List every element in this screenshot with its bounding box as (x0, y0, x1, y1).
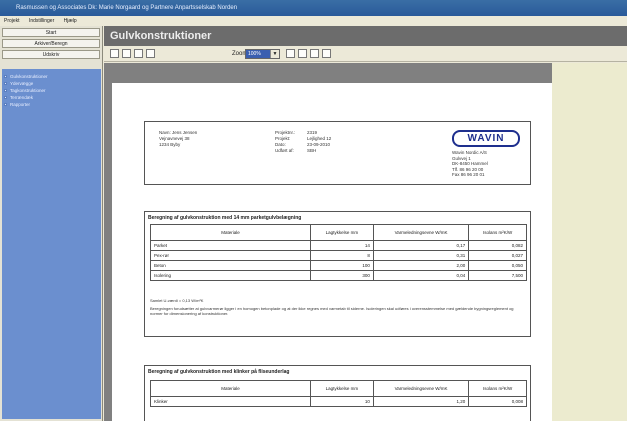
table-cell: 0,04 (372, 270, 470, 281)
sidebar-item-rapporter[interactable]: Rapporter (2, 101, 101, 108)
print-button[interactable]: Udskriv (2, 50, 100, 59)
viewer-right-margin (552, 63, 627, 421)
sidebar-item-terraendaek[interactable]: Terrændæk (2, 94, 101, 101)
table-cell: Beton (150, 260, 311, 271)
archive-calculate-button[interactable]: Arkiver/Beregn (2, 39, 100, 48)
table-header-row: Materiale Lagtykkelse mm Varmeledningsev… (150, 380, 527, 397)
project-labels: Projektnr.: Projekt: Dato: Udført af: (275, 130, 295, 154)
menu-item-projekt[interactable]: Projekt (4, 18, 20, 24)
table-header-row: Materiale Lagtykkelse mm Varmeledningsev… (150, 224, 527, 241)
table-title: Beregning af gulvkonstruktion med klinke… (148, 369, 290, 375)
table-cell: 0,027 (468, 250, 527, 261)
bullet-icon (4, 96, 7, 99)
sidebar-item-label: Terrændæk (10, 95, 34, 100)
zoom-value: 100% (246, 50, 270, 58)
table-cell: Pex-rør (150, 250, 311, 261)
table-cell: 2,00 (372, 260, 470, 271)
previous-page-icon[interactable] (122, 49, 131, 58)
table-cell: 7,500 (468, 270, 527, 281)
toolbar: Zoom 100% ▼ (104, 46, 627, 62)
sidebar: Start Arkiver/Beregn Udskriv Gulvkonstru… (0, 26, 103, 421)
printer-icon[interactable] (310, 49, 319, 58)
sidebar-item-label: Gulvkonstruktioner (10, 74, 48, 79)
calc-table-klinker: Beregning af gulvkonstruktion med klinke… (144, 365, 531, 421)
column-header: Isolans m²K/W (468, 224, 527, 241)
company-address-line: Wavin Nordic A/S (452, 150, 487, 155)
table-cell: 0,082 (468, 240, 527, 251)
sidebar-item-gulv[interactable]: Gulvkonstruktioner (2, 73, 101, 80)
project-values: 2319 Lejlighed 12 23-09-2010 SBH (307, 130, 331, 154)
table-cell: 300 (310, 270, 374, 281)
window-title: Rasmussen og Associates Dk: Marie Norgaa… (16, 5, 238, 11)
find-next-icon[interactable] (298, 49, 307, 58)
table-cell: 14 (310, 240, 374, 251)
customer-city: 1234 Byby (159, 142, 181, 147)
performed-by-label: Udført af: (275, 148, 294, 153)
column-header: Varmeledningsevne W/mK (372, 224, 470, 241)
project-info-box: Navn: Jens Jensen Vejnavnevej 38 1234 By… (144, 121, 531, 185)
column-header: Lagtykkelse mm (310, 380, 374, 397)
company-address-line: Fax 86 96 20 01 (452, 172, 485, 177)
calc-table: Materiale Lagtykkelse mm Varmeledningsev… (150, 224, 527, 281)
table-row: Beton 100 2,00 0,050 (150, 260, 527, 271)
calc-table-parket: Beregning af gulvkonstruktion med 14 mm … (144, 211, 531, 337)
sidebar-nav: Gulvkonstruktioner Ydervægge Tagkonstruk… (2, 69, 101, 419)
sidebar-item-label: Tagkonstruktioner (10, 88, 46, 93)
table-cell: 10 (310, 396, 374, 407)
bullet-icon (4, 82, 7, 85)
column-header: Lagtykkelse mm (310, 224, 374, 241)
sidebar-item-tag[interactable]: Tagkonstruktioner (2, 87, 101, 94)
column-header: Isolans m²K/W (468, 380, 527, 397)
column-header: Materiale (150, 224, 311, 241)
table-cell: 8 (310, 250, 374, 261)
calc-table: Materiale Lagtykkelse mm Varmeledningsev… (150, 380, 527, 407)
performed-by: SBH (307, 148, 317, 153)
first-page-icon[interactable] (110, 49, 119, 58)
table-cell: 0,17 (372, 240, 470, 251)
column-header: Materiale (150, 380, 311, 397)
window-titlebar: Rasmussen og Associates Dk: Marie Norgaa… (0, 0, 627, 16)
table-title: Beregning af gulvkonstruktion med 14 mm … (148, 215, 302, 221)
table-row: Isolering 300 0,04 7,500 (150, 270, 527, 281)
table-row: Parket 14 0,17 0,082 (150, 240, 527, 251)
chevron-down-icon: ▼ (270, 50, 279, 58)
table-cell: Klinker (150, 396, 311, 407)
column-header: Varmeledningsevne W/mK (372, 380, 470, 397)
report-page: Navn: Jens Jensen Vejnavnevej 38 1234 By… (112, 83, 565, 421)
menu-item-indstillinger[interactable]: Indstillinger (29, 18, 54, 24)
table-cell: 0,31 (372, 250, 470, 261)
last-page-icon[interactable] (146, 49, 155, 58)
bullet-icon (4, 103, 7, 106)
table-cell: 0,008 (468, 396, 527, 407)
table-row: Pex-rør 8 0,31 0,027 (150, 250, 527, 261)
start-button[interactable]: Start (2, 28, 100, 37)
export-icon[interactable] (322, 49, 331, 58)
menu-bar: Projekt Indstillinger Hjælp (0, 16, 627, 26)
company-address: Wavin Nordic A/S Gulvvej 1 DK-8450 Hamme… (452, 150, 488, 178)
page-title: Gulvkonstruktioner (104, 26, 627, 46)
table-cell: 1,20 (372, 396, 470, 407)
table-cell: 0,050 (468, 260, 527, 271)
summary-text: Samlet U-værdi = 0,13 W/m²K (150, 298, 204, 303)
sidebar-item-label: Ydervægge (10, 81, 34, 86)
find-icon[interactable] (286, 49, 295, 58)
zoom-select[interactable]: 100% ▼ (245, 49, 280, 59)
sidebar-item-label: Rapporter (10, 102, 31, 107)
table-cell: 100 (310, 260, 374, 271)
bullet-icon (4, 75, 7, 78)
table-cell: Isolering (150, 270, 311, 281)
menu-item-hjaelp[interactable]: Hjælp (64, 18, 77, 24)
sidebar-item-ydervaegge[interactable]: Ydervægge (2, 80, 101, 87)
company-address-line: DK-8450 Hammel (452, 161, 488, 166)
bullet-icon (4, 89, 7, 92)
note-text: Beregningen forudsætter at gulvvarmerør … (150, 306, 514, 316)
report-viewer[interactable]: Navn: Jens Jensen Vejnavnevej 38 1234 By… (104, 63, 627, 421)
wavin-logo: WAVIN (452, 130, 520, 147)
next-page-icon[interactable] (134, 49, 143, 58)
customer-info: Navn: Jens Jensen Vejnavnevej 38 1234 By… (159, 130, 197, 148)
table-cell: Parket (150, 240, 311, 251)
table-row: Klinker 10 1,20 0,008 (150, 396, 527, 407)
